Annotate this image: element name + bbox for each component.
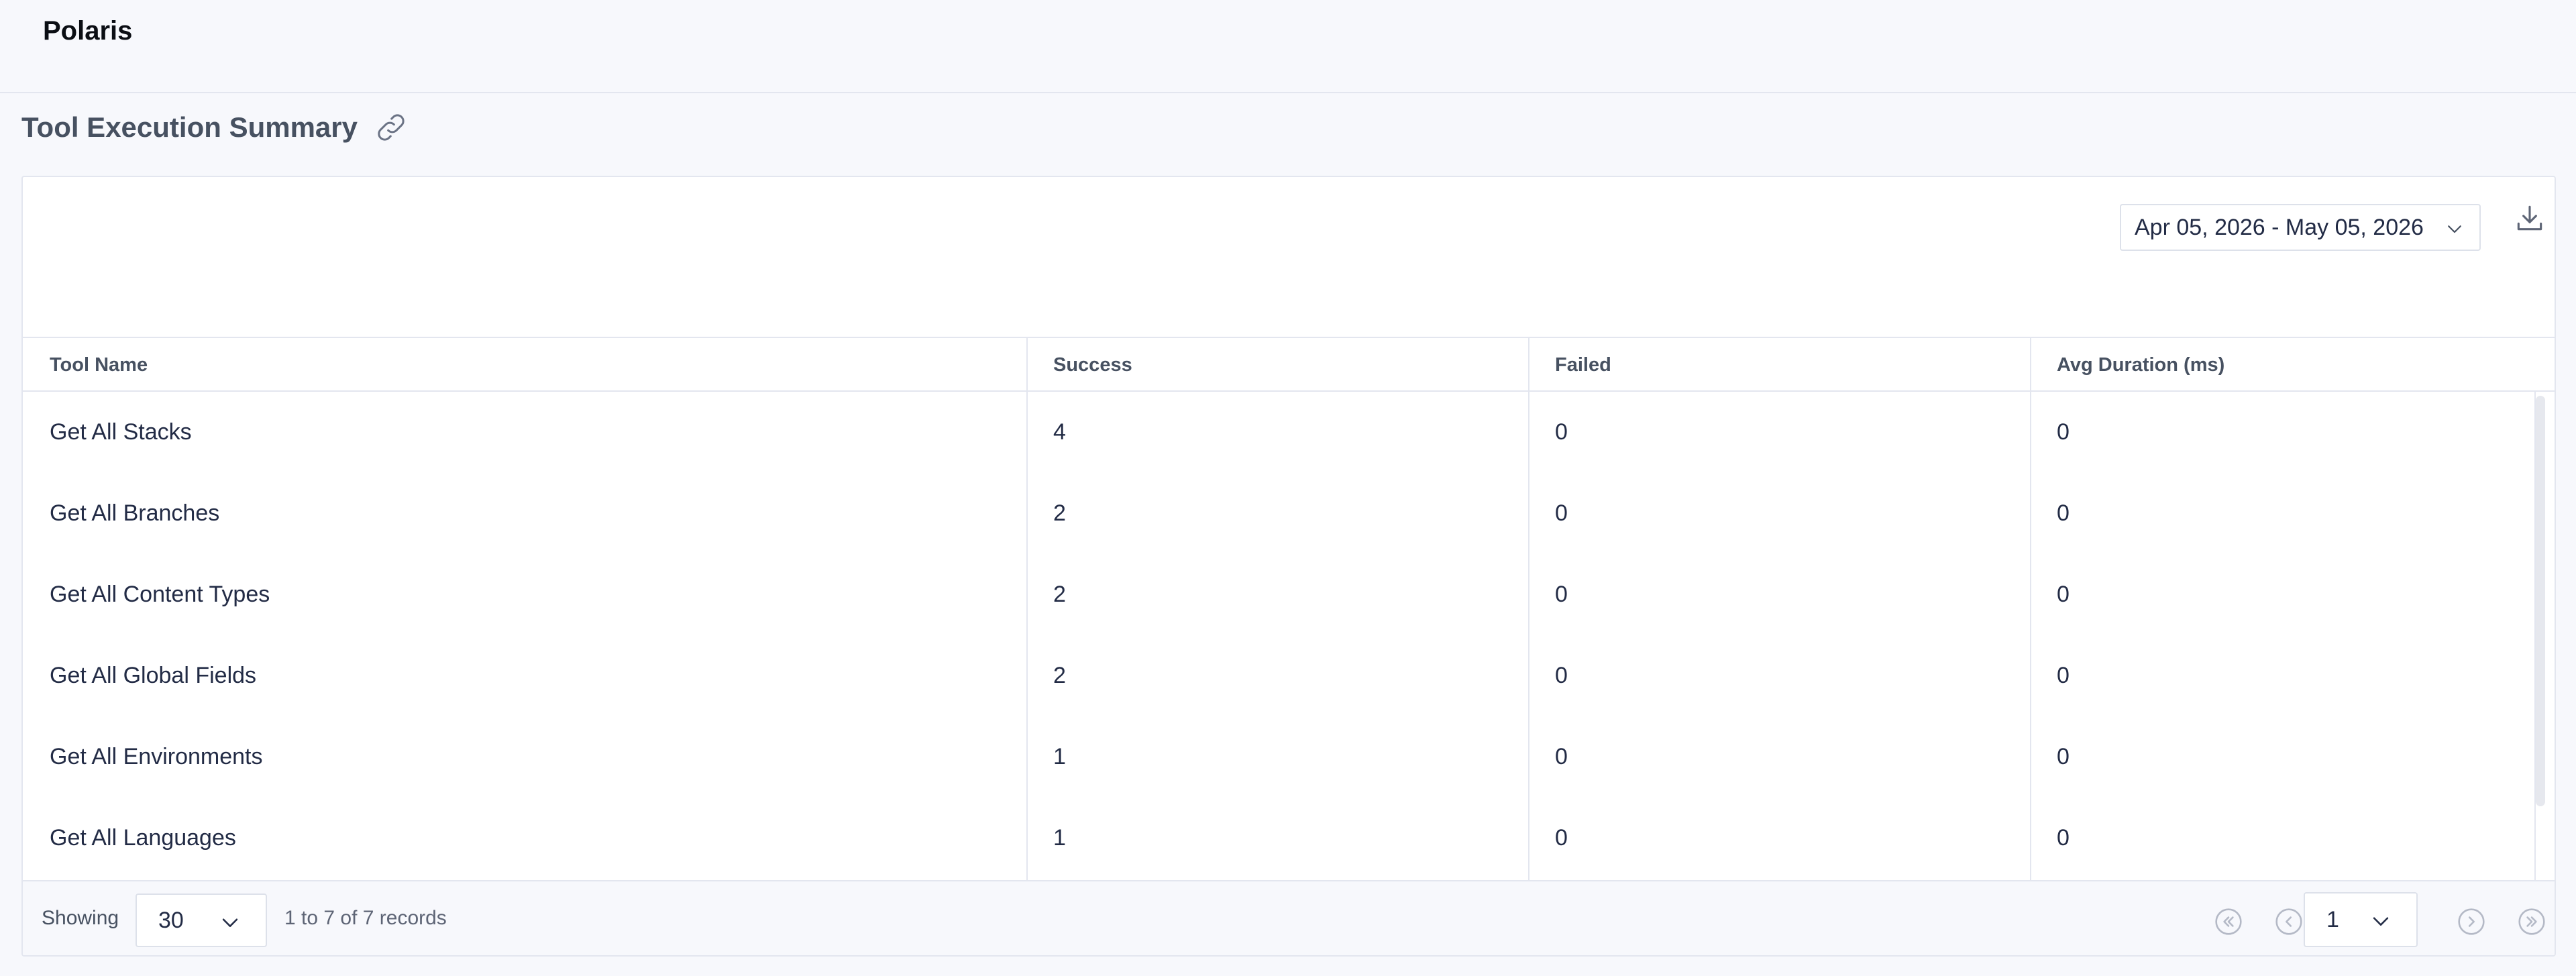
top-bar: Polaris xyxy=(0,0,2576,93)
column-header-failed[interactable]: Failed xyxy=(1528,338,2030,392)
table-body: Get All Stacks 4 0 0 Get All Branches 2 … xyxy=(23,392,2555,880)
cell-success: 4 xyxy=(1053,419,1066,445)
link-icon[interactable] xyxy=(374,110,409,145)
date-range-picker[interactable]: Apr 05, 2026 - May 05, 2026 xyxy=(2120,204,2481,251)
tool-execution-table: Tool Name Success Failed Avg Duration (m… xyxy=(23,337,2555,880)
card-toolbar: Apr 05, 2026 - May 05, 2026 xyxy=(23,177,2555,337)
cell-avg-duration: 0 xyxy=(2057,419,2070,445)
page-number-select[interactable]: 1 xyxy=(2304,892,2418,947)
cell-tool-name: Get All Stacks xyxy=(50,419,192,445)
cell-avg-duration: 0 xyxy=(2057,744,2070,769)
cell-failed: 0 xyxy=(1555,582,1568,607)
chevron-down-icon xyxy=(2373,917,2389,926)
column-header-avg-duration[interactable]: Avg Duration (ms) xyxy=(2030,338,2534,392)
cell-avg-duration: 0 xyxy=(2057,582,2070,607)
table-row[interactable]: Get All Branches 2 0 0 xyxy=(23,473,2534,554)
cell-avg-duration: 0 xyxy=(2057,825,2070,851)
cell-failed: 0 xyxy=(1555,744,1568,769)
column-divider xyxy=(1528,338,1529,392)
column-divider xyxy=(1026,338,1028,392)
cell-failed: 0 xyxy=(1555,500,1568,526)
table-row[interactable]: Get All Environments 1 0 0 xyxy=(23,716,2534,798)
download-icon[interactable] xyxy=(2513,201,2546,235)
first-page-icon[interactable] xyxy=(2214,907,2243,936)
cell-failed: 0 xyxy=(1555,419,1568,445)
summary-card: Apr 05, 2026 - May 05, 2026 Tool Name Su… xyxy=(21,176,2556,957)
page-title: Tool Execution Summary xyxy=(21,111,358,143)
last-page-icon[interactable] xyxy=(2517,907,2546,936)
table-footer: Showing 30 1 to 7 of 7 records 1 xyxy=(23,880,2555,955)
chevron-down-icon xyxy=(2448,225,2461,233)
table-row[interactable]: Get All Global Fields 2 0 0 xyxy=(23,635,2534,716)
app-title: Polaris xyxy=(43,16,133,46)
cell-success: 1 xyxy=(1053,744,1066,769)
records-count: 1 to 7 of 7 records xyxy=(284,907,447,929)
chevron-down-icon xyxy=(222,918,238,927)
table-row[interactable]: Get All Content Types 2 0 0 xyxy=(23,554,2534,635)
cell-failed: 0 xyxy=(1555,663,1568,688)
section-header: Tool Execution Summary xyxy=(21,107,409,148)
cell-avg-duration: 0 xyxy=(2057,663,2070,688)
table-row[interactable]: Get All Languages 1 0 0 xyxy=(23,798,2534,879)
next-page-icon[interactable] xyxy=(2457,907,2486,936)
cell-failed: 0 xyxy=(1555,825,1568,851)
showing-label: Showing xyxy=(42,907,119,929)
cell-success: 2 xyxy=(1053,500,1066,526)
current-page-value: 1 xyxy=(2326,906,2339,932)
date-range-value: Apr 05, 2026 - May 05, 2026 xyxy=(2135,214,2424,240)
cell-success: 1 xyxy=(1053,825,1066,851)
cell-success: 2 xyxy=(1053,582,1066,607)
cell-success: 2 xyxy=(1053,663,1066,688)
table-scrollbar[interactable] xyxy=(2536,396,2545,806)
cell-tool-name: Get All Content Types xyxy=(50,582,270,607)
cell-tool-name: Get All Languages xyxy=(50,825,236,851)
table-header: Tool Name Success Failed Avg Duration (m… xyxy=(23,337,2555,392)
cell-tool-name: Get All Branches xyxy=(50,500,220,526)
cell-tool-name: Get All Global Fields xyxy=(50,663,257,688)
column-divider xyxy=(2030,338,2031,392)
column-header-success[interactable]: Success xyxy=(1026,338,1528,392)
column-header-tool-name[interactable]: Tool Name xyxy=(23,338,1026,392)
cell-tool-name: Get All Environments xyxy=(50,744,263,769)
previous-page-icon[interactable] xyxy=(2274,907,2304,936)
page-size-select[interactable]: 30 xyxy=(136,893,267,947)
cell-avg-duration: 0 xyxy=(2057,500,2070,526)
page-size-value: 30 xyxy=(158,907,184,933)
table-row[interactable]: Get All Stacks 4 0 0 xyxy=(23,392,2534,473)
